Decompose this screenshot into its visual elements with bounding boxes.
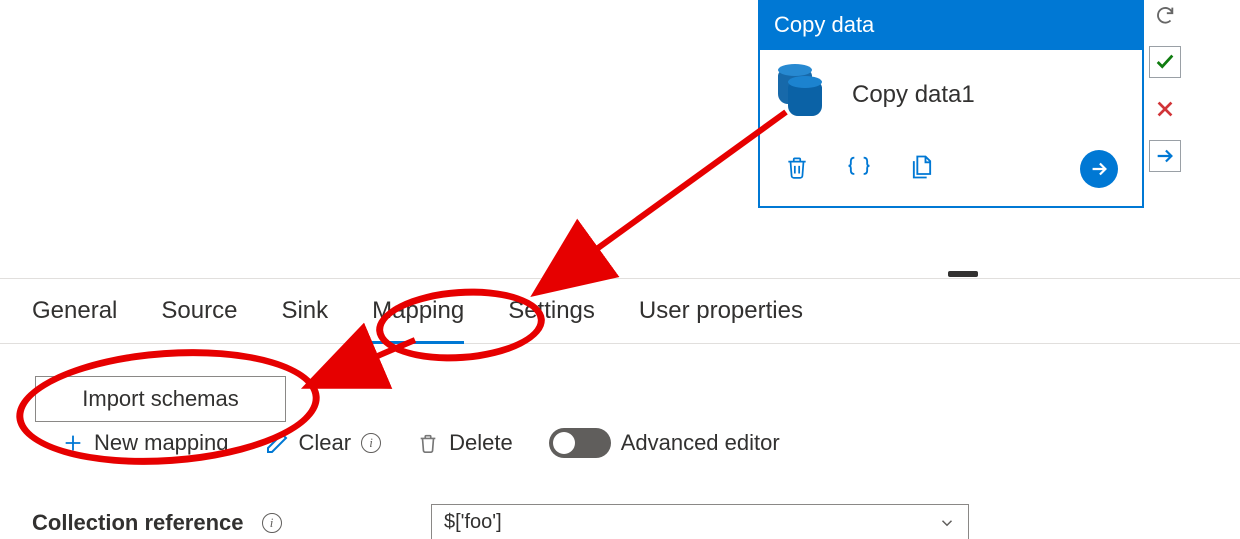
advanced-editor-label: Advanced editor <box>621 430 780 456</box>
info-icon[interactable]: i <box>262 513 282 533</box>
collection-reference-select[interactable]: $['foo'] <box>431 504 969 539</box>
run-arrow-button[interactable] <box>1080 150 1118 188</box>
canvas-status-icons <box>1148 0 1182 172</box>
activity-toolbar <box>760 138 1142 206</box>
collection-reference-value: $['foo'] <box>444 511 502 534</box>
info-icon[interactable]: i <box>361 433 381 453</box>
tab-user-properties[interactable]: User properties <box>639 297 803 325</box>
chevron-down-icon <box>938 514 956 532</box>
tab-mapping[interactable]: Mapping <box>372 297 464 325</box>
toggle-switch[interactable] <box>549 428 611 458</box>
tab-source[interactable]: Source <box>161 297 237 325</box>
delete-button[interactable]: Delete <box>417 430 513 456</box>
panel-drag-handle[interactable] <box>948 271 978 277</box>
copy-icon[interactable] <box>908 153 936 186</box>
mapping-toolbar: New mapping Clear i Delete Advanced edit… <box>62 428 780 458</box>
code-braces-icon[interactable] <box>844 153 874 186</box>
tab-general[interactable]: General <box>32 297 117 325</box>
navigate-icon[interactable] <box>1149 140 1181 172</box>
tab-sink[interactable]: Sink <box>281 297 328 325</box>
activity-body: Copy data1 <box>760 50 1142 138</box>
activity-name-label: Copy data1 <box>852 81 975 109</box>
validate-ok-icon[interactable] <box>1149 46 1181 78</box>
new-mapping-label: New mapping <box>94 430 229 456</box>
trash-icon[interactable] <box>784 153 810 186</box>
copy-data-icon <box>778 70 828 120</box>
redo-icon[interactable] <box>1150 0 1180 30</box>
advanced-editor-toggle[interactable]: Advanced editor <box>549 428 780 458</box>
copy-data-activity-card[interactable]: Copy data Copy data1 <box>758 0 1144 208</box>
new-mapping-button[interactable]: New mapping <box>62 430 229 456</box>
clear-button[interactable]: Clear i <box>265 430 382 456</box>
collection-reference-row: Collection reference i <box>32 510 282 536</box>
tab-settings[interactable]: Settings <box>508 297 595 325</box>
import-schemas-button[interactable]: Import schemas <box>35 376 286 422</box>
activity-tabs: General Source Sink Mapping Settings Use… <box>0 278 1240 344</box>
validate-error-icon[interactable] <box>1150 94 1180 124</box>
collection-reference-label: Collection reference <box>32 510 244 536</box>
activity-header: Copy data <box>760 2 1142 50</box>
clear-label: Clear <box>299 430 352 456</box>
delete-label: Delete <box>449 430 513 456</box>
